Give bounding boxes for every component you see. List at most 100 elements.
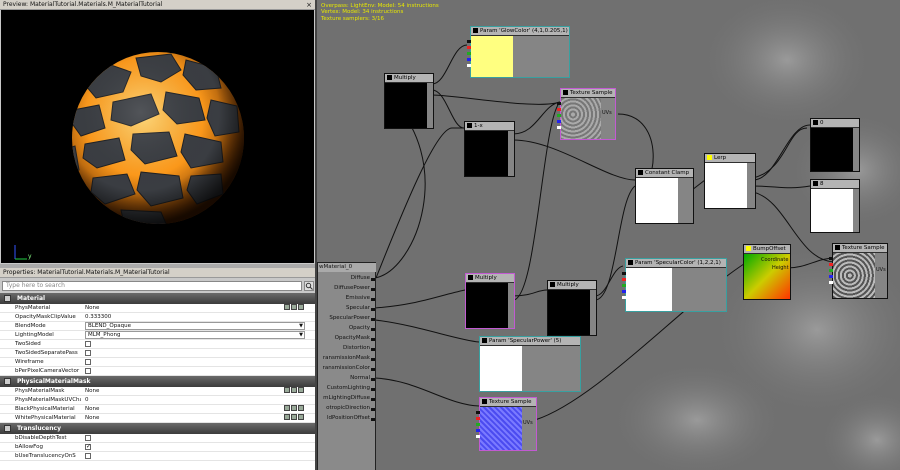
chevron-down-icon[interactable]: ▼ bbox=[299, 332, 303, 338]
material-input-pin[interactable] bbox=[371, 368, 375, 371]
property-value[interactable]: 0.333300 bbox=[85, 313, 111, 322]
bump-offset-node[interactable]: BumpOffset Coordinate Height bbox=[743, 244, 791, 300]
output-pin[interactable] bbox=[467, 40, 471, 43]
constant-zero-node[interactable]: 0 bbox=[810, 118, 860, 172]
category-header[interactable]: PhysicalMaterialMask bbox=[0, 376, 315, 387]
property-checkbox[interactable] bbox=[85, 453, 91, 459]
constant-clamp-node[interactable]: Constant Clamp bbox=[635, 168, 694, 224]
multiply-node[interactable]: Multiply bbox=[547, 280, 597, 336]
category-header[interactable]: Material bbox=[0, 293, 315, 304]
search-input[interactable]: Type here to search bbox=[2, 281, 302, 291]
property-checkbox[interactable] bbox=[85, 368, 91, 374]
texture-sample-node[interactable]: Texture Sample UVs bbox=[557, 88, 616, 140]
material-input-pin[interactable] bbox=[371, 398, 375, 401]
output-pin-blue[interactable] bbox=[622, 290, 626, 293]
output-pin-blue[interactable] bbox=[476, 429, 480, 432]
output-pin-blue[interactable] bbox=[557, 120, 561, 123]
asset-browse-icons[interactable] bbox=[284, 405, 306, 413]
category-header[interactable]: Translucency bbox=[0, 423, 315, 434]
use-selected-icon[interactable] bbox=[284, 405, 290, 411]
collapse-toggle-icon[interactable] bbox=[4, 425, 11, 432]
chevron-down-icon[interactable]: ▼ bbox=[299, 323, 303, 329]
material-input-pin[interactable] bbox=[371, 408, 375, 411]
property-dropdown[interactable]: BLEND_Opaque ▼ bbox=[85, 322, 305, 330]
clear-icon[interactable] bbox=[298, 387, 304, 393]
material-input-pin[interactable] bbox=[371, 288, 375, 291]
multiply-node[interactable]: Multiply bbox=[465, 273, 515, 329]
clear-icon[interactable] bbox=[298, 414, 304, 420]
property-checkbox[interactable] bbox=[85, 359, 91, 365]
output-pin-red[interactable] bbox=[476, 417, 480, 420]
constant-eight-node[interactable]: 8 bbox=[810, 179, 860, 233]
asset-browse-icons[interactable] bbox=[284, 387, 306, 395]
multiply-node[interactable]: Multiply bbox=[384, 73, 434, 129]
property-checkbox[interactable] bbox=[85, 442, 91, 451]
property-value[interactable]: None bbox=[85, 304, 99, 313]
material-input-pin[interactable] bbox=[371, 338, 375, 341]
property-checkbox[interactable] bbox=[85, 350, 91, 356]
property-value[interactable]: 0 bbox=[85, 396, 89, 405]
material-input-pin[interactable] bbox=[371, 298, 375, 301]
output-pin-alpha[interactable] bbox=[622, 296, 626, 299]
material-input-pin[interactable] bbox=[371, 418, 375, 421]
asset-browse-icons[interactable] bbox=[284, 304, 306, 312]
property-value[interactable]: None bbox=[85, 405, 99, 414]
specular-power-param-node[interactable]: Param 'SpecularPower' (5) bbox=[479, 336, 581, 392]
material-input-pin[interactable] bbox=[371, 318, 375, 321]
material-input-pin[interactable] bbox=[371, 388, 375, 391]
browse-icon[interactable] bbox=[291, 387, 297, 393]
property-checkbox[interactable] bbox=[85, 435, 91, 441]
output-pin[interactable] bbox=[476, 411, 480, 414]
material-graph-canvas[interactable]: Overpass: LightEnv: Model: 54 instructio… bbox=[317, 0, 900, 470]
clear-icon[interactable] bbox=[298, 405, 304, 411]
output-pin-green[interactable] bbox=[829, 269, 833, 272]
output-pin-red[interactable] bbox=[829, 263, 833, 266]
asset-browse-icons[interactable] bbox=[284, 414, 306, 422]
output-pin-red[interactable] bbox=[622, 278, 626, 281]
output-pin-alpha[interactable] bbox=[476, 435, 480, 438]
clear-icon[interactable] bbox=[298, 304, 304, 310]
material-input-pin[interactable] bbox=[371, 378, 375, 381]
property-value[interactable]: None bbox=[85, 387, 99, 396]
output-pin-red[interactable] bbox=[557, 108, 561, 111]
use-selected-icon[interactable] bbox=[284, 387, 290, 393]
output-pin-red[interactable] bbox=[467, 46, 471, 49]
lerp-node[interactable]: Lerp bbox=[704, 153, 756, 209]
use-selected-icon[interactable] bbox=[284, 304, 290, 310]
glow-color-param-node[interactable]: Param 'GlowColor' (4,1,0.205,1) bbox=[467, 26, 570, 78]
close-icon[interactable]: × bbox=[305, 1, 313, 9]
property-dropdown[interactable]: MLM_Phong ▼ bbox=[85, 331, 305, 339]
preview-viewport[interactable]: y bbox=[1, 10, 314, 263]
output-pin[interactable] bbox=[557, 102, 561, 105]
output-pin-blue[interactable] bbox=[829, 275, 833, 278]
output-pin[interactable] bbox=[622, 272, 626, 275]
browse-icon[interactable] bbox=[291, 414, 297, 420]
collapse-toggle-icon[interactable] bbox=[4, 295, 11, 302]
material-output-node[interactable]: wMaterial_0 Diffuse DiffusePower Emissive S… bbox=[317, 262, 376, 470]
property-checkbox[interactable] bbox=[85, 341, 91, 347]
material-input-pin[interactable] bbox=[371, 278, 375, 281]
output-pin-blue[interactable] bbox=[467, 58, 471, 61]
output-pin-green[interactable] bbox=[622, 284, 626, 287]
normal-texture-sample-node[interactable]: Texture Sample UVs bbox=[476, 397, 537, 451]
material-input-pin[interactable] bbox=[371, 328, 375, 331]
output-pin-alpha[interactable] bbox=[829, 281, 833, 284]
one-minus-node[interactable]: 1-x bbox=[464, 121, 515, 177]
material-input-pin[interactable] bbox=[371, 348, 375, 351]
browse-icon[interactable] bbox=[291, 405, 297, 411]
output-pin-green[interactable] bbox=[557, 114, 561, 117]
collapse-toggle-icon[interactable] bbox=[4, 378, 11, 385]
material-input-pin[interactable] bbox=[371, 358, 375, 361]
search-icon[interactable] bbox=[304, 281, 314, 291]
output-pin-green[interactable] bbox=[467, 52, 471, 55]
specular-color-param-node[interactable]: Param 'SpecularColor' (1,2,2,1) bbox=[622, 258, 727, 312]
use-selected-icon[interactable] bbox=[284, 414, 290, 420]
output-pin[interactable] bbox=[829, 257, 833, 260]
output-pin-alpha[interactable] bbox=[467, 64, 471, 67]
property-value[interactable]: None bbox=[85, 414, 99, 423]
texture-sample-node[interactable]: Texture Sample UVs bbox=[829, 243, 888, 299]
material-input-pin[interactable] bbox=[371, 308, 375, 311]
output-pin-alpha[interactable] bbox=[557, 126, 561, 129]
browse-icon[interactable] bbox=[291, 304, 297, 310]
output-pin-green[interactable] bbox=[476, 423, 480, 426]
